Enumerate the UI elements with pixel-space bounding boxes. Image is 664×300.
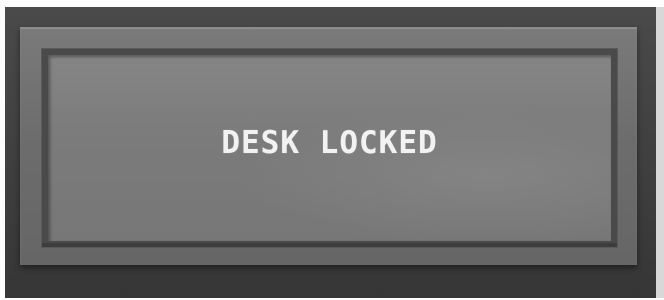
desk-locked-message: DESK LOCKED xyxy=(221,125,438,161)
photo-edge xyxy=(656,7,664,298)
bezel-highlight xyxy=(20,27,637,29)
photo-frame: DESK LOCKED xyxy=(0,0,664,300)
display-frame-bottom xyxy=(42,243,617,247)
